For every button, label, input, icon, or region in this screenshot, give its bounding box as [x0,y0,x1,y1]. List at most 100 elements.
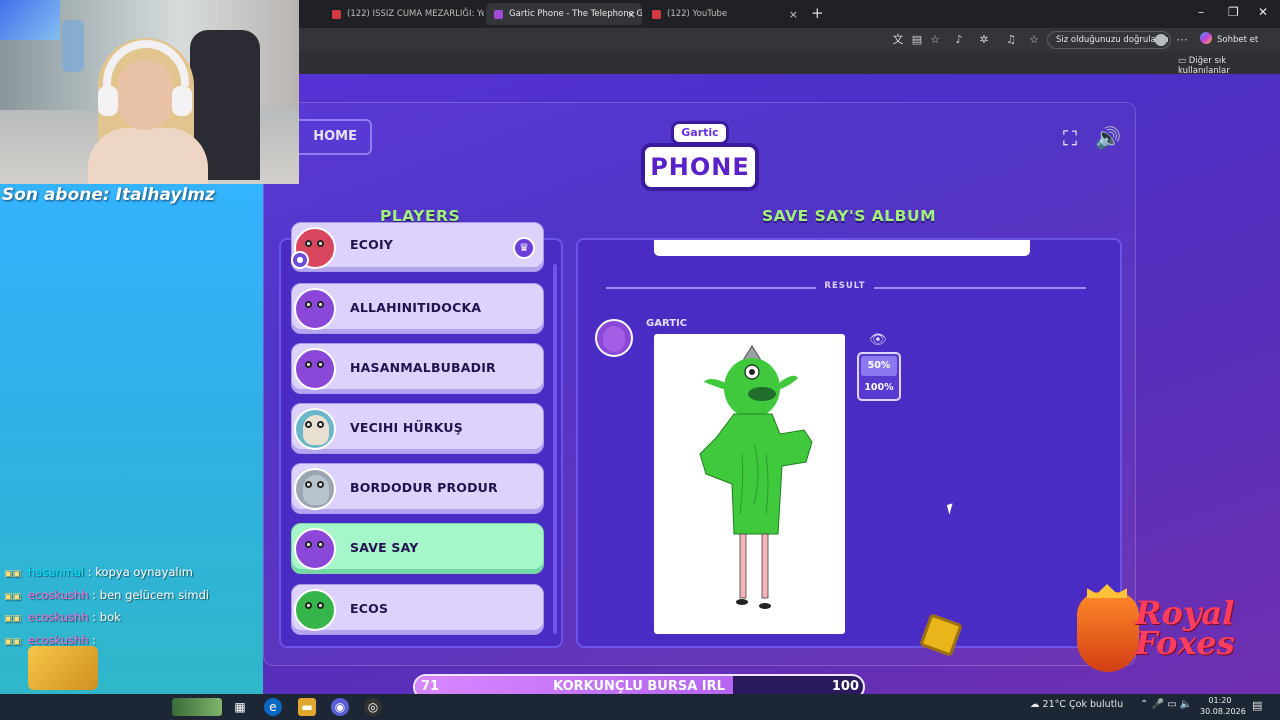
chat-badge-icon: ▣▣ [4,569,22,579]
obs-icon[interactable]: ◎ [364,698,382,716]
player-row[interactable]: SAVE SAY [291,523,544,574]
fox-head-icon [1077,592,1139,672]
close-tab-icon[interactable]: × [789,8,798,21]
avatar-eye [317,240,324,247]
webcam-bottle [62,20,84,72]
chat-message: ben gelücem simdi [99,588,210,602]
avatar-eye [305,481,312,488]
drawing-ear-right [778,375,798,390]
drawing-body [699,413,813,535]
edge-icon[interactable]: e [264,698,282,716]
avatar-eye [317,301,324,308]
extensions-icon[interactable]: ✲ [977,33,991,47]
avatar-face [303,475,329,505]
logo-main-text: PHONE [641,143,759,191]
player-row[interactable]: VECIHI HÜRKUŞ [291,403,544,454]
task-view-icon[interactable]: ▦ [231,698,249,716]
gartic-phone-logo: Gartic PHONE [641,121,759,191]
avatar-face [303,596,329,626]
drawing-foot-left [736,599,748,605]
gartic-avatar [595,319,633,357]
favorites-icon[interactable]: ☆ [1027,33,1041,47]
zoom-option-50[interactable]: 50% [861,356,897,376]
player-name: VECIHI HÜRKUŞ [350,420,463,435]
result-divider-left [606,287,816,289]
player-avatar [294,288,336,330]
favorite-star-icon[interactable]: ☆ [928,33,942,47]
avatar-face [603,326,625,352]
avatar-eye [305,541,312,548]
read-aloud-icon[interactable]: ♪ [952,33,966,47]
avatar-eye [305,421,312,428]
chat-line: ▣▣ ecoskushh : bok [4,610,121,624]
chat-user: hasanmal [28,565,85,579]
volume-icon[interactable]: 🔈 [1180,699,1192,710]
result-author: GARTIC [646,318,688,329]
home-button[interactable]: HOME [291,119,372,155]
player-row[interactable]: HASANMALBUBADIR [291,343,544,394]
chat-user: ecoskushh [28,610,89,624]
notification-icon[interactable]: ▤ [1252,699,1262,712]
browser-tab-gartic[interactable]: Gartic Phone - The Telephone Game × [486,3,642,25]
chat-user: ecoskushh [28,633,89,647]
network-icon[interactable]: ▭ [1167,699,1180,710]
prompt-text-bar [654,240,1030,256]
weather-widget[interactable]: ☁ 21°C Çok bulutlu [1030,699,1123,710]
browser-tab-youtube-1[interactable]: (122) ISSIZ CUMA MEZARLIĞI: Yeni [324,3,484,25]
avatar-eye [305,240,312,247]
player-row[interactable]: BORDODUR PRODUR [291,463,544,514]
weather-text: 21°C Çok bulutlu [1042,699,1124,710]
clock-time: 01:20 [1208,696,1232,705]
drawing-mouth [748,387,776,401]
widgets-icon[interactable] [172,698,222,716]
bookmarks-folder[interactable]: ▭ Diğer sık kullanılanlar [1178,56,1280,76]
minimize-icon[interactable]: – [1198,5,1204,19]
profile-avatar-icon [1155,34,1167,46]
copilot-button[interactable]: Sohbet et [1200,31,1258,49]
player-avatar [294,589,336,631]
cyclops-drawing [699,345,813,609]
reader-icon[interactable]: ▤ [910,33,924,47]
royal-foxes-logo: Royal Foxes [1073,584,1253,680]
maximize-icon[interactable]: ❐ [1228,5,1239,19]
latest-subscriber: Son abone: Italhaylmz [2,185,215,205]
translate-icon[interactable]: 文 [891,33,905,47]
youtube-icon [332,9,341,19]
close-tab-icon[interactable]: × [627,8,636,21]
eye-icon[interactable]: 👁 [869,332,887,348]
player-avatar [294,528,336,570]
player-avatar [294,408,336,450]
player-row[interactable]: ECOIY [291,222,544,272]
browser-tab-youtube-2[interactable]: (122) YouTube × [644,3,804,25]
profile-button[interactable]: Siz olduğunuzu doğrulayın [1047,31,1171,49]
player-row[interactable]: ALLAHINITIDOCKA [291,283,544,334]
avatar-eye [317,361,324,368]
tab-label: Gartic Phone - The Telephone Game [509,9,642,19]
chat-badge-icon: ▣▣ [4,637,22,647]
zoom-option-100[interactable]: 100% [861,378,897,398]
webcam-headset-ear-left [98,86,118,116]
microphone-icon[interactable]: 🎤 [1152,699,1168,710]
drawing-leg-right [761,533,769,599]
chrome-icon[interactable]: ◉ [331,698,349,716]
chat-line: ▣▣ hasanmal : kopya oynayalım [4,565,194,579]
system-tray[interactable]: ⌃ 🎤 ▭ 🔈 [1140,699,1192,710]
new-tab-icon[interactable]: + [811,4,824,22]
avatar-eye [317,541,324,548]
avatar-eye [317,421,324,428]
taskbar-clock[interactable]: 01:20 30.08.2026 [1200,695,1246,717]
more-menu-icon[interactable]: ⋯ [1175,33,1189,47]
sound-icon[interactable]: 🔊 [1095,126,1121,151]
media-icon[interactable]: ♫ [1004,33,1018,47]
close-window-icon[interactable]: ✕ [1258,5,1268,19]
chevron-up-icon[interactable]: ⌃ [1140,699,1152,710]
logo-top-text: Gartic [671,121,729,145]
file-explorer-icon[interactable]: ▬ [298,698,316,716]
player-row[interactable]: ECOS [291,584,544,635]
fullscreen-icon[interactable]: ⛶ [1063,128,1083,148]
chat-line: ▣▣ ecoskushh : ben gelücem simdi [4,588,210,602]
webcam-light [0,0,60,40]
player-name: HASANMALBUBADIR [350,360,496,375]
players-scrollbar[interactable] [553,264,557,634]
avatar-face [303,535,329,565]
